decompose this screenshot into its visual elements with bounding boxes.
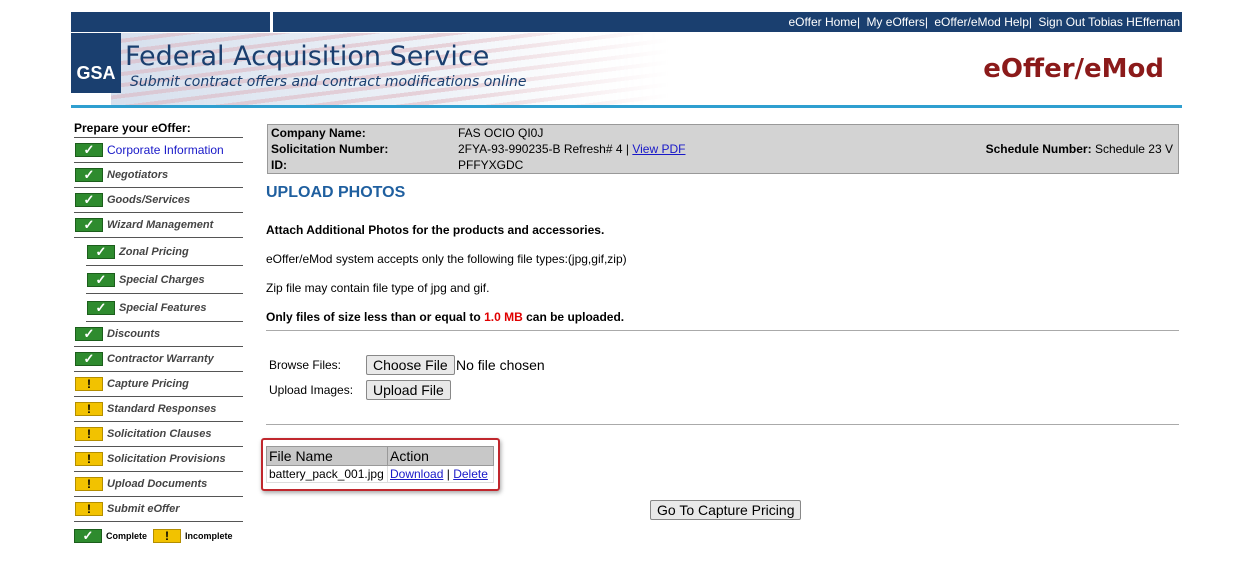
warning-icon: ! xyxy=(75,502,103,516)
sidebar-item-wizard-management[interactable]: ✓ Wizard Management xyxy=(74,213,243,238)
schedule-value: Schedule 23 V xyxy=(1094,142,1173,156)
browse-files-label: Browse Files: xyxy=(269,358,342,372)
zip-note-text: Zip file may contain file type of jpg an… xyxy=(266,281,490,295)
check-icon: ✓ xyxy=(87,272,115,287)
column-header-file-name: File Name xyxy=(266,446,388,466)
file-status-text: No file chosen xyxy=(456,357,545,373)
column-header-action: Action xyxy=(387,446,494,466)
check-icon: ✓ xyxy=(75,167,103,182)
header-divider xyxy=(71,105,1182,108)
sidebar-item-negotiators[interactable]: ✓ Negotiators xyxy=(74,163,243,188)
accepted-types-text: eOffer/eMod system accepts only the foll… xyxy=(266,252,627,266)
sidebar-item-submit-eoffer[interactable]: ! Submit eOffer xyxy=(74,497,243,522)
choose-file-button[interactable]: Choose File xyxy=(366,355,455,375)
topbar-left xyxy=(71,12,270,32)
sidebar-item-contractor-warranty[interactable]: ✓ Contractor Warranty xyxy=(74,347,243,372)
sidebar-item-goods-services[interactable]: ✓ Goods/Services xyxy=(74,188,243,213)
page-title: UPLOAD PHOTOS xyxy=(266,184,406,201)
delete-link[interactable]: Delete xyxy=(453,467,488,481)
top-nav: eOffer Home| My eOffers| eOffer/eMod Hel… xyxy=(273,12,1182,32)
site-title: Federal Acquisition Service xyxy=(125,41,490,72)
size-limit-value: 1.0 MB xyxy=(484,310,523,324)
upload-images-label: Upload Images: xyxy=(269,383,354,397)
warning-icon: ! xyxy=(75,427,103,441)
go-to-capture-pricing-button[interactable]: Go To Capture Pricing xyxy=(650,500,802,520)
nav-my-eoffers[interactable]: My eOffers xyxy=(866,15,924,29)
offer-info-box: Company Name: FAS OCIO QI0J Solicitation … xyxy=(267,124,1179,174)
warning-icon: ! xyxy=(75,377,103,391)
gsa-logo: GSA xyxy=(71,33,121,93)
download-link[interactable]: Download xyxy=(390,467,443,481)
sidebar-item-discounts[interactable]: ✓ Discounts xyxy=(74,322,243,347)
check-icon: ✓ xyxy=(87,300,115,315)
sidebar-title: Prepare your eOffer: xyxy=(74,118,243,138)
check-icon: ✓ xyxy=(75,192,103,207)
sidebar-item-solicitation-provisions[interactable]: ! Solicitation Provisions xyxy=(74,447,243,472)
divider xyxy=(266,330,1179,331)
file-name-cell: battery_pack_001.jpg xyxy=(266,465,388,483)
company-label: Company Name: xyxy=(271,126,366,140)
legend-incomplete: Incomplete xyxy=(185,531,233,541)
sidebar-item-special-charges[interactable]: ✓ Special Charges xyxy=(86,266,243,294)
legend-complete: Complete xyxy=(106,531,148,541)
id-value: PFFYXGDC xyxy=(458,158,524,172)
action-cell: Download | Delete xyxy=(387,465,494,483)
divider xyxy=(266,424,1179,425)
warning-icon: ! xyxy=(153,529,182,543)
check-icon: ✓ xyxy=(74,528,102,543)
schedule-number: Schedule Number: Schedule 23 V xyxy=(986,142,1173,156)
nav-eoffer-home[interactable]: eOffer Home xyxy=(788,15,856,29)
company-value: FAS OCIO QI0J xyxy=(458,126,544,140)
id-label: ID: xyxy=(271,158,287,172)
warning-icon: ! xyxy=(75,452,103,466)
size-limit-text: Only files of size less than or equal to… xyxy=(266,310,625,324)
sidebar-item-standard-responses[interactable]: ! Standard Responses xyxy=(74,397,243,422)
schedule-label: Schedule Number: xyxy=(985,142,1092,156)
intro-text: Attach Additional Photos for the product… xyxy=(266,223,605,237)
site-subtitle: Submit contract offers and contract modi… xyxy=(130,74,527,90)
check-icon: ✓ xyxy=(75,217,103,232)
nav-help[interactable]: eOffer/eMod Help xyxy=(934,15,1029,29)
check-icon: ✓ xyxy=(75,351,103,366)
check-icon: ✓ xyxy=(75,142,103,157)
uploaded-files-table: File Name Action battery_pack_001.jpg Do… xyxy=(266,446,494,483)
sidebar-item-corporate-information[interactable]: ✓ Corporate Information xyxy=(74,138,243,163)
warning-icon: ! xyxy=(75,402,103,416)
sidebar: Prepare your eOffer: ✓ Corporate Informat… xyxy=(74,118,243,550)
header-banner: GSA Federal Acquisition Service Submit c… xyxy=(71,33,1182,105)
nav-sign-out[interactable]: Sign Out Tobias HEffernan xyxy=(1038,15,1180,29)
sidebar-item-solicitation-clauses[interactable]: ! Solicitation Clauses xyxy=(74,422,243,447)
warning-icon: ! xyxy=(75,477,103,491)
table-row: battery_pack_001.jpg Download | Delete xyxy=(266,465,494,483)
solicitation-label: Solicitation Number: xyxy=(271,142,389,156)
app-name: eOffer/eMod xyxy=(983,54,1164,84)
status-legend: ✓ Complete ! Incomplete xyxy=(74,522,243,550)
sidebar-item-special-features[interactable]: ✓ Special Features xyxy=(86,294,243,322)
check-icon: ✓ xyxy=(87,244,115,259)
sidebar-item-zonal-pricing[interactable]: ✓ Zonal Pricing xyxy=(86,238,243,266)
upload-file-button[interactable]: Upload File xyxy=(366,380,451,400)
view-pdf-link[interactable]: View PDF xyxy=(632,142,685,156)
sidebar-item-capture-pricing[interactable]: ! Capture Pricing xyxy=(74,372,243,397)
solicitation-value: 2FYA-93-990235-B Refresh# 4 | xyxy=(458,142,629,156)
check-icon: ✓ xyxy=(75,326,103,341)
sidebar-item-upload-documents[interactable]: ! Upload Documents xyxy=(74,472,243,497)
